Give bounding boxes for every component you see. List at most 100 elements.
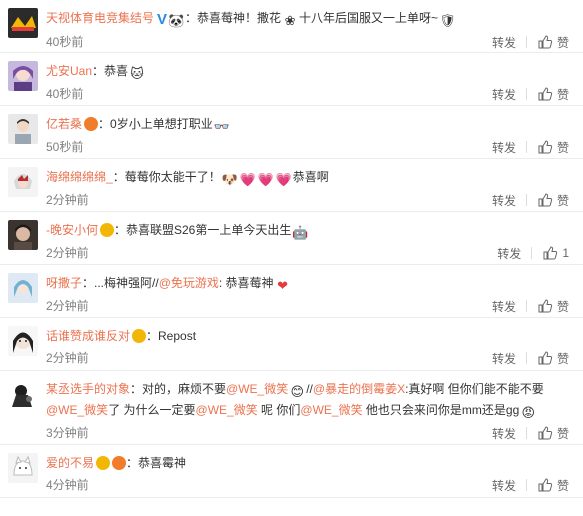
comment-item: 亿若桑 ：0岁小上单想打职业👓 50秒前 转发 赞 <box>0 106 583 159</box>
thumbs-up-icon <box>543 246 558 260</box>
repost-button[interactable]: 转发 <box>492 139 516 156</box>
avatar[interactable] <box>8 114 38 144</box>
like-button[interactable]: 赞 <box>537 34 569 51</box>
comment-text: ：恭喜 <box>92 64 129 78</box>
mention-link[interactable]: @WE_微笑 <box>46 403 108 417</box>
thumbs-up-icon <box>538 478 553 492</box>
repost-button[interactable]: 转发 <box>492 86 516 103</box>
comment-time: 2分钟前 <box>46 299 89 313</box>
heart-emoji-icon: 💗 <box>239 172 256 187</box>
like-label: 赞 <box>556 426 569 441</box>
comment-text: 了 为什么一定要 <box>108 403 196 417</box>
mention-link[interactable]: @WE_微笑 <box>300 403 362 417</box>
avatar[interactable] <box>8 8 38 38</box>
comment-text: ：恭喜莓神！撒花 <box>185 11 282 25</box>
comment-username[interactable]: 爱的不易 <box>46 456 94 470</box>
like-button[interactable]: 赞 <box>537 86 569 103</box>
angry-emoji-icon: 😡 <box>521 405 536 420</box>
heart-emoji-icon: ❤ <box>277 278 288 293</box>
like-label: 赞 <box>556 35 569 50</box>
avatar[interactable] <box>8 273 38 303</box>
like-label: 赞 <box>556 193 569 208</box>
repost-button[interactable]: 转发 <box>497 245 521 262</box>
comment-username[interactable]: 呀撒子 <box>46 276 82 290</box>
comment-text: ：对的，麻烦不要 <box>130 382 227 396</box>
like-label: 赞 <box>556 299 569 314</box>
avatar[interactable] <box>8 167 38 197</box>
fan-badge-icon <box>100 223 114 237</box>
mention-link[interactable]: @免玩游戏 <box>159 276 219 290</box>
fan-badge-icon <box>112 456 127 470</box>
comment-time: 2分钟前 <box>46 246 89 260</box>
comment-username[interactable]: 亿若桑 <box>46 117 82 131</box>
repost-button[interactable]: 转发 <box>492 192 516 209</box>
verified-icon: V <box>157 11 168 28</box>
heart-emoji-icon: 💗 <box>257 172 274 187</box>
comment-username[interactable]: 海绵绵绵绵_ <box>46 170 113 184</box>
divider <box>525 427 527 439</box>
glasses-emoji-icon: 👓 <box>213 119 230 134</box>
repost-button[interactable]: 转发 <box>492 350 516 367</box>
comment-username[interactable]: 尤安Uan <box>46 64 92 78</box>
shield-emoji-icon: 🛡 <box>439 13 456 28</box>
thumbs-up-icon <box>538 140 553 154</box>
like-button[interactable]: 赞 <box>537 350 569 367</box>
comment-item: 某丞选手的对象：对的，麻烦不要@WE_微笑 😊//@暴走的倒霉姜X:真好啊 但你们… <box>0 371 583 445</box>
repost-button[interactable]: 转发 <box>492 34 516 51</box>
comment-time: 4分钟前 <box>46 478 89 492</box>
like-label: 赞 <box>556 351 569 366</box>
comment-text: ：恭喜联盟S26第一上单今天出生 <box>114 223 292 237</box>
thumbs-up-icon <box>538 193 553 207</box>
comment-text: : 恭喜莓神 <box>218 276 274 290</box>
mention-link[interactable]: @暴走的倒霉姜X <box>313 382 405 396</box>
comment-text: ：...梅神强阿// <box>82 276 159 290</box>
comment-time: 2分钟前 <box>46 351 89 365</box>
divider <box>525 300 527 312</box>
mention-link[interactable]: @WE_微笑 <box>226 382 288 396</box>
comment-text: :真好啊 但你们能不能不要 <box>405 382 544 396</box>
comment-text: 十八年后国服又一上单呀~ <box>299 11 439 25</box>
like-label: 赞 <box>556 140 569 155</box>
comment-time: 2分钟前 <box>46 193 89 207</box>
comment-text: ：莓莓你太能干了！ <box>112 170 221 184</box>
comment-text: 呢 你们 <box>257 403 301 417</box>
comment-username[interactable]: 某丞选手的对象 <box>46 382 130 396</box>
comment-username[interactable]: 话谁赞成谁反对 <box>46 329 130 343</box>
divider <box>525 141 527 153</box>
thumbs-up-icon <box>538 87 553 101</box>
like-button[interactable]: 赞 <box>537 425 569 442</box>
divider <box>531 247 533 259</box>
avatar[interactable] <box>8 379 38 409</box>
comment-time: 50秒前 <box>46 140 84 154</box>
divider <box>525 88 527 100</box>
repost-button[interactable]: 转发 <box>492 298 516 315</box>
like-button[interactable]: 赞 <box>537 298 569 315</box>
like-button[interactable]: 赞 <box>537 477 569 494</box>
repost-button[interactable]: 转发 <box>492 425 516 442</box>
divider <box>525 36 527 48</box>
divider <box>525 479 527 491</box>
avatar[interactable] <box>8 220 38 250</box>
avatar[interactable] <box>8 61 38 91</box>
mention-link[interactable]: @WE_微笑 <box>196 403 258 417</box>
heart-emoji-icon: 💗 <box>275 172 292 187</box>
like-button[interactable]: 赞 <box>537 139 569 156</box>
like-button[interactable]: 赞 <box>537 192 569 209</box>
comment-time: 40秒前 <box>46 35 84 49</box>
comment-time: 40秒前 <box>46 87 84 101</box>
like-button[interactable]: 1 <box>542 245 569 261</box>
comment-item: 话谁赞成谁反对 ：Repost 2分钟前 转发 赞 <box>0 318 583 371</box>
like-label: 赞 <box>556 478 569 493</box>
comment-item: 海绵绵绵绵_：莓莓你太能干了！🐶 💗 💗 💗恭喜啊 2分钟前 转发 赞 <box>0 159 583 212</box>
emoji-icon: 🤖 <box>292 225 309 240</box>
comment-username[interactable]: -晚安小何 <box>46 223 98 237</box>
avatar[interactable] <box>8 453 38 483</box>
comment-text: 他也只会来问你是mm还是gg <box>362 403 520 417</box>
comment-time: 3分钟前 <box>46 426 89 440</box>
comment-username[interactable]: 天视体育电竞集结号 <box>46 11 154 25</box>
repost-button[interactable]: 转发 <box>492 477 516 494</box>
thumbs-up-icon <box>538 35 553 49</box>
comment-text: 恭喜啊 <box>292 170 329 184</box>
flower-emoji-icon: ❀ <box>284 13 296 28</box>
avatar[interactable] <box>8 326 38 356</box>
